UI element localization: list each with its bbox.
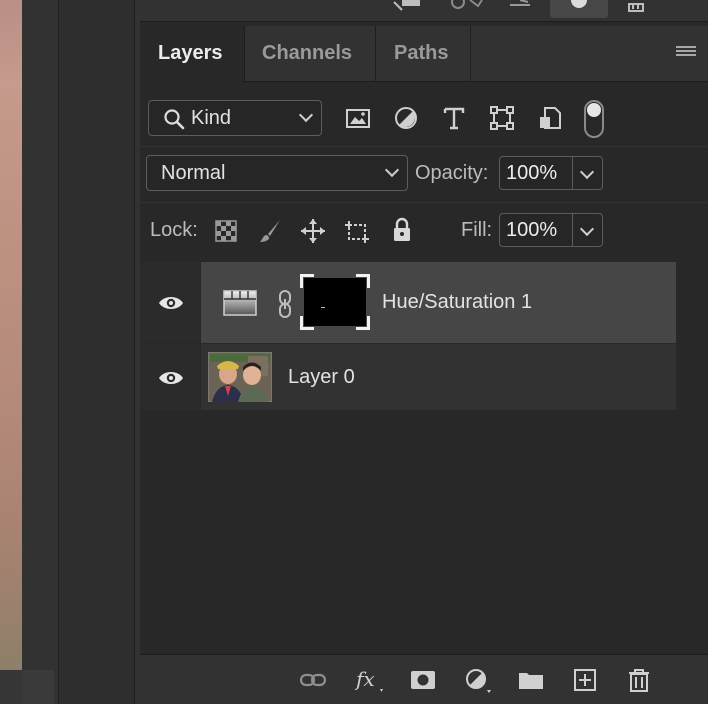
search-icon	[164, 109, 185, 130]
swap-icon[interactable]	[446, 0, 486, 18]
add-mask-icon[interactable]	[408, 665, 438, 695]
layer-mask-thumbnail[interactable]	[300, 274, 370, 330]
minus-icon[interactable]	[508, 0, 534, 18]
eye-icon[interactable]	[158, 369, 184, 387]
tab-layers[interactable]: Layers	[140, 26, 245, 83]
circle-icon	[571, 0, 587, 8]
lock-position-move-icon[interactable]	[299, 217, 327, 245]
opacity-input[interactable]: 100%	[499, 156, 573, 190]
pixel-layer-filter-icon[interactable]	[344, 104, 372, 132]
upper-panel-toolbar	[140, 0, 708, 22]
filter-kind-label: Kind	[191, 107, 232, 129]
divider	[58, 0, 59, 704]
new-group-folder-icon[interactable]	[516, 665, 546, 695]
fill-input[interactable]: 100%	[499, 213, 573, 247]
layers-bottom-toolbar: fx	[140, 654, 708, 704]
mask-link-icon[interactable]	[277, 290, 293, 318]
canvas-bottom-edge	[0, 670, 22, 704]
hue-saturation-adjustment-icon	[223, 290, 257, 316]
smart-object-filter-icon[interactable]	[536, 104, 564, 132]
layer-row-layer-0[interactable]: Layer 0	[140, 344, 676, 410]
blend-mode-select[interactable]: Normal	[146, 155, 408, 191]
layer-name: Hue/Saturation 1	[382, 291, 533, 313]
opacity-label: Opacity:	[415, 162, 489, 184]
lock-image-pixels-brush-icon[interactable]	[256, 217, 284, 245]
layers-panel: Layers Channels Paths Kind Normal Opacit…	[140, 0, 708, 704]
link-arrow-icon[interactable]	[390, 0, 426, 18]
trash-icon[interactable]	[626, 0, 646, 18]
new-adjustment-layer-icon[interactable]	[462, 665, 492, 695]
blend-row: Normal Opacity: 100%	[140, 147, 708, 201]
eye-icon[interactable]	[158, 294, 184, 312]
fill-dropdown[interactable]	[573, 213, 603, 247]
blend-mode-value: Normal	[161, 162, 226, 184]
link-layers-icon[interactable]	[298, 665, 328, 695]
layer-name: Layer 0	[288, 366, 355, 388]
delete-layer-trash-icon[interactable]	[624, 665, 654, 695]
shape-layer-filter-icon[interactable]	[488, 104, 516, 132]
filter-row: Kind	[140, 90, 708, 146]
filter-toggle-switch[interactable]	[584, 100, 604, 138]
tab-divider	[470, 26, 471, 82]
filter-kind-select[interactable]: Kind	[148, 100, 322, 136]
layer-row-background	[201, 344, 676, 410]
layer-photo-thumbnail	[208, 352, 272, 402]
chevron-down-icon	[384, 162, 400, 178]
tab-paths[interactable]: Paths	[376, 26, 466, 82]
panel-menu-icon[interactable]	[676, 46, 696, 60]
lock-artboard-icon[interactable]	[343, 217, 371, 245]
selected-tool-button[interactable]	[550, 0, 608, 18]
scrollbar-corner	[22, 670, 54, 704]
chevron-down-icon	[298, 107, 314, 123]
fill-label: Fill:	[461, 219, 493, 241]
panel-tab-bar: Layers Channels Paths	[140, 26, 708, 83]
lock-all-icon[interactable]	[388, 216, 416, 244]
lock-label: Lock:	[150, 219, 198, 241]
new-layer-icon[interactable]	[570, 665, 600, 695]
svg-text:fx: fx	[354, 667, 375, 691]
canvas-image-strip	[0, 0, 22, 670]
divider	[134, 0, 135, 704]
type-layer-filter-icon[interactable]	[440, 104, 468, 132]
layer-style-fx-icon[interactable]: fx	[354, 665, 384, 695]
lock-row: Lock: Fill: 100%	[140, 203, 708, 259]
adjustment-layer-filter-icon[interactable]	[392, 104, 420, 132]
opacity-dropdown[interactable]	[573, 156, 603, 190]
toggle-knob	[587, 103, 601, 117]
lock-transparent-pixels-icon[interactable]	[212, 217, 240, 245]
layer-row-hue-saturation[interactable]: Hue/Saturation 1	[140, 262, 676, 343]
tab-channels[interactable]: Channels	[244, 26, 370, 82]
collapsed-panel-strip	[59, 0, 134, 704]
